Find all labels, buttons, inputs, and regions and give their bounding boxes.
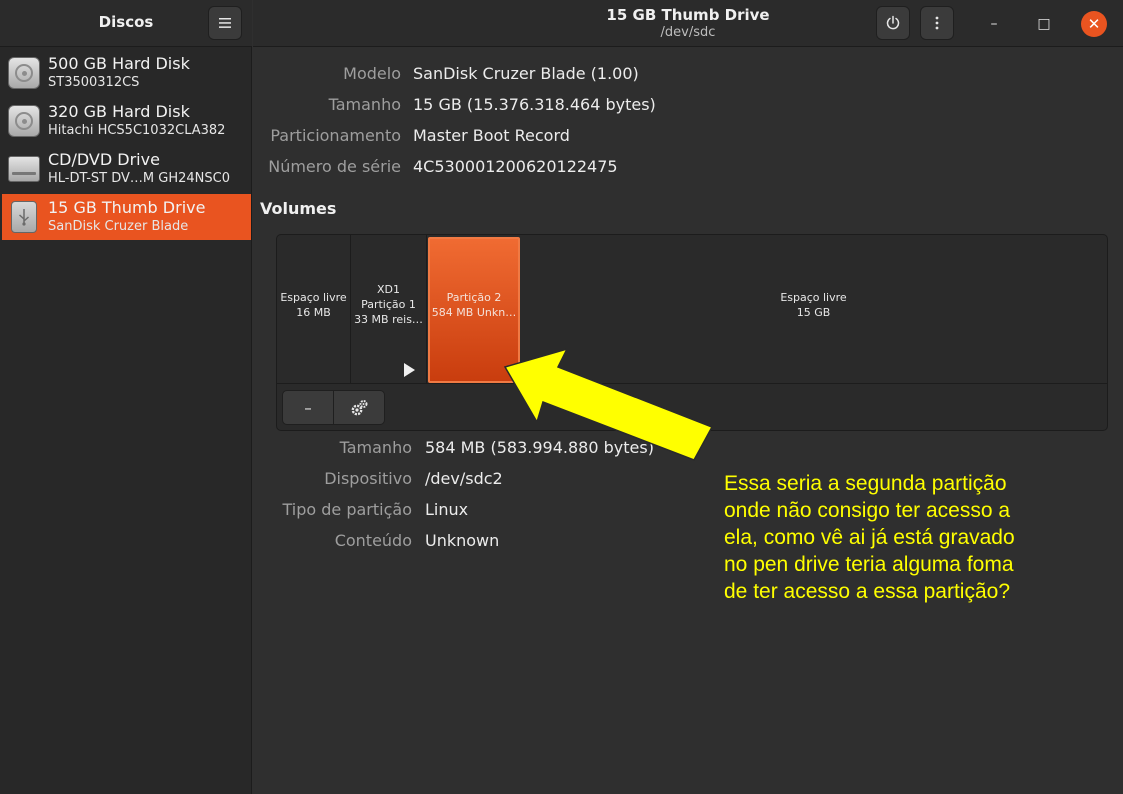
usb-drive-icon	[11, 201, 37, 233]
partition-type-label: Tipo de partição	[282, 500, 413, 519]
annotation-line: onde não consigo ter acesso a	[724, 499, 1011, 522]
device-value: /dev/sdc2	[425, 469, 503, 488]
delete-partition-button[interactable]: –	[282, 390, 334, 425]
size-label: Tamanho	[328, 95, 401, 114]
disk-name: 15 GB Thumb Drive	[48, 198, 206, 217]
hard-disk-icon	[8, 105, 40, 137]
segment-line: Partição 1	[361, 298, 416, 311]
serial-value: 4C530001200620122475	[413, 157, 618, 176]
disk-name: CD/DVD Drive	[48, 150, 160, 169]
vertical-ellipsis-icon	[935, 16, 939, 30]
hamburger-menu-icon	[219, 18, 231, 28]
close-button[interactable]: ✕	[1081, 11, 1107, 37]
disk-model: SanDisk Cruzer Blade	[48, 219, 189, 234]
segment-line: 16 MB	[296, 305, 331, 319]
segment-line: 33 MB reis…	[354, 313, 423, 326]
power-off-button[interactable]	[876, 6, 910, 40]
size-value: 15 GB (15.376.318.464 bytes)	[413, 95, 656, 114]
segment-line: XD1	[376, 283, 400, 296]
model-value: SanDisk Cruzer Blade (1.00)	[413, 64, 639, 83]
segment-line: Partição 2	[446, 291, 502, 304]
gears-icon	[351, 399, 368, 415]
sidebar-header: Discos	[0, 0, 252, 47]
partitioning-label: Particionamento	[270, 126, 401, 145]
mount-play-icon[interactable]	[404, 363, 415, 377]
usb-symbol-icon	[19, 209, 29, 226]
optical-drive-icon	[8, 156, 40, 182]
disk-name: 500 GB Hard Disk	[48, 54, 190, 73]
hamburger-menu-button[interactable]	[208, 6, 242, 40]
device-label: Dispositivo	[324, 469, 412, 488]
sidebar: Discos 500 GB Hard Disk ST3500312CS 320 …	[0, 0, 252, 794]
segment-line: 15 GB	[796, 305, 831, 319]
segment-line: Espaço livre	[280, 290, 347, 304]
disk-item-320gb[interactable]: 320 GB Hard Disk Hitachi HCS5C1032CLA382	[2, 98, 251, 144]
contents-value: Unknown	[425, 531, 500, 550]
annotation-line: ela, como vê ai já está gravado	[724, 526, 1015, 549]
partition-type-value: Linux	[425, 500, 469, 519]
segment-line: 584 MB Unkn…	[431, 306, 517, 319]
partition-options-button[interactable]	[333, 390, 385, 425]
annotation-line: no pen drive teria alguma foma	[724, 553, 1014, 576]
partition-size-label: Tamanho	[339, 438, 412, 457]
disk-item-thumb-drive[interactable]: 15 GB Thumb Drive SanDisk Cruzer Blade	[2, 194, 251, 240]
disk-item-cd-dvd[interactable]: CD/DVD Drive HL-DT-ST DV…M GH24NSC0	[2, 146, 251, 192]
disk-model: HL-DT-ST DV…M GH24NSC0	[48, 171, 230, 186]
header-bar: 15 GB Thumb Drive /dev/sdc – □ ✕	[253, 0, 1123, 47]
disk-name: 320 GB Hard Disk	[48, 102, 190, 121]
partitioning-value: Master Boot Record	[413, 126, 570, 145]
power-icon	[886, 15, 900, 30]
model-label: Modelo	[343, 64, 401, 83]
disk-item-500gb[interactable]: 500 GB Hard Disk ST3500312CS	[2, 50, 251, 96]
disk-model: ST3500312CS	[48, 75, 140, 90]
serial-label: Número de série	[268, 157, 401, 176]
disk-model: Hitachi HCS5C1032CLA382	[48, 123, 226, 138]
annotation-line: de ter acesso a essa partição?	[724, 580, 1011, 603]
hard-disk-icon	[8, 57, 40, 89]
maximize-button[interactable]: □	[1031, 11, 1057, 37]
volume-segment-partition-1[interactable]: XD1 Partição 1 33 MB reis…	[351, 235, 427, 384]
annotation-arrow-icon	[503, 347, 714, 461]
contents-label: Conteúdo	[334, 531, 412, 550]
volumes-heading: Volumes	[260, 199, 337, 218]
annotation-text: Essa seria a segunda partição onde não c…	[724, 470, 1064, 605]
segment-line: Espaço livre	[780, 290, 847, 304]
minimize-button[interactable]: –	[981, 11, 1007, 37]
volume-segment-free-space[interactable]: Espaço livre 16 MB	[277, 235, 351, 384]
annotation-line: Essa seria a segunda partição	[724, 472, 1007, 495]
more-options-button[interactable]	[920, 6, 954, 40]
